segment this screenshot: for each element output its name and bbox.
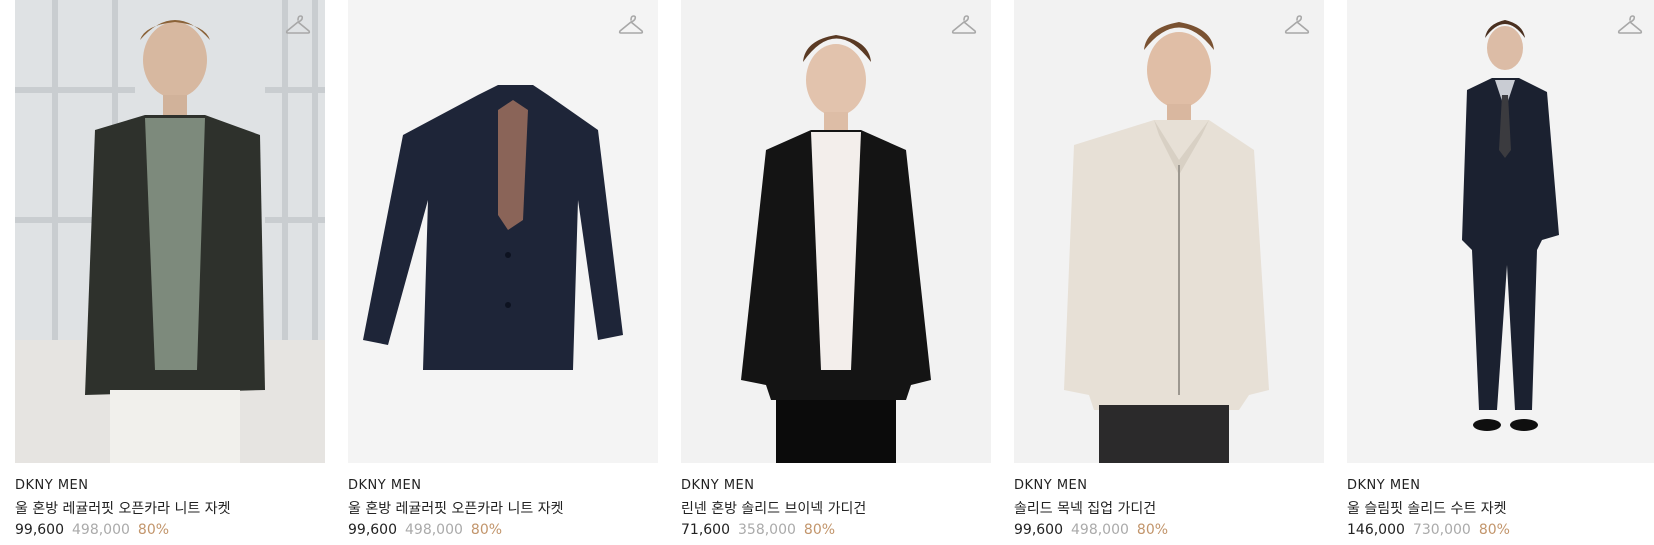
product-brand: DKNY MEN [348, 478, 422, 493]
price-row: 99,600 498,000 80% [348, 522, 502, 538]
hanger-icon [618, 15, 644, 34]
wishlist-hanger-button[interactable] [951, 13, 977, 37]
product-image[interactable] [348, 0, 658, 463]
sale-price: 99,600 [1014, 522, 1063, 538]
hanger-icon [285, 15, 311, 34]
wishlist-hanger-button[interactable] [285, 13, 311, 37]
original-price: 730,000 [1412, 522, 1471, 538]
product-grid: DKNY MEN 울 혼방 레귤러핏 오픈카라 니트 자켓 99,600 498,… [15, 0, 1654, 545]
original-price: 498,000 [405, 522, 463, 538]
discount-rate: 80% [1136, 522, 1169, 538]
sale-price: 99,600 [348, 522, 397, 538]
price-row: 99,600 498,000 80% [1014, 522, 1168, 538]
product-photo [681, 0, 991, 463]
original-price: 498,000 [72, 522, 130, 538]
product-photo [15, 0, 325, 463]
original-price: 498,000 [1071, 522, 1129, 538]
discount-rate: 80% [1478, 522, 1510, 538]
product-brand: DKNY MEN [1014, 478, 1088, 493]
product-card[interactable]: DKNY MEN 솔리드 목넥 집업 가디건 99,600 498,000 80% [1014, 0, 1324, 545]
discount-rate: 80% [470, 522, 503, 538]
product-card[interactable]: DKNY MEN 울 혼방 레귤러핏 오픈카라 니트 자켓 99,600 498,… [348, 0, 658, 545]
sale-price: 99,600 [15, 522, 64, 538]
product-name[interactable]: 울 혼방 레귤러핏 오픈카라 니트 자켓 [15, 498, 230, 518]
product-card[interactable]: DKNY MEN 울 혼방 레귤러핏 오픈카라 니트 자켓 99,600 498,… [15, 0, 325, 545]
hanger-icon [1284, 15, 1310, 34]
discount-rate: 80% [137, 522, 170, 538]
product-photo [1347, 0, 1654, 463]
product-card[interactable]: DKNY MEN 린넨 혼방 솔리드 브이넥 가디건 71,600 358,000… [681, 0, 991, 545]
original-price: 358,000 [738, 522, 796, 538]
product-photo [1014, 0, 1324, 463]
product-brand: DKNY MEN [1347, 478, 1421, 493]
wishlist-hanger-button[interactable] [1617, 13, 1643, 37]
product-brand: DKNY MEN [681, 478, 755, 493]
product-image[interactable] [681, 0, 991, 463]
product-name[interactable]: 솔리드 목넥 집업 가디건 [1014, 498, 1156, 518]
product-image[interactable] [15, 0, 325, 463]
product-photo [348, 0, 658, 463]
product-brand: DKNY MEN [15, 478, 89, 493]
price-row: 99,600 498,000 80% [15, 522, 169, 538]
price-row: 146,000 730,000 80% [1347, 522, 1510, 538]
sale-price: 146,000 [1347, 522, 1405, 538]
product-name[interactable]: 린넨 혼방 솔리드 브이넥 가디건 [681, 498, 866, 518]
product-card[interactable]: DKNY MEN 울 슬림핏 솔리드 수트 자켓 146,000 730,000 8… [1347, 0, 1654, 545]
discount-rate: 80% [803, 522, 836, 538]
price-row: 71,600 358,000 80% [681, 522, 835, 538]
product-name[interactable]: 울 혼방 레귤러핏 오픈카라 니트 자켓 [348, 498, 563, 518]
product-name[interactable]: 울 슬림핏 솔리드 수트 자켓 [1347, 498, 1506, 518]
product-image[interactable] [1347, 0, 1654, 463]
wishlist-hanger-button[interactable] [618, 13, 644, 37]
hanger-icon [1617, 15, 1643, 34]
product-image[interactable] [1014, 0, 1324, 463]
hanger-icon [951, 15, 977, 34]
sale-price: 71,600 [681, 522, 730, 538]
wishlist-hanger-button[interactable] [1284, 13, 1310, 37]
